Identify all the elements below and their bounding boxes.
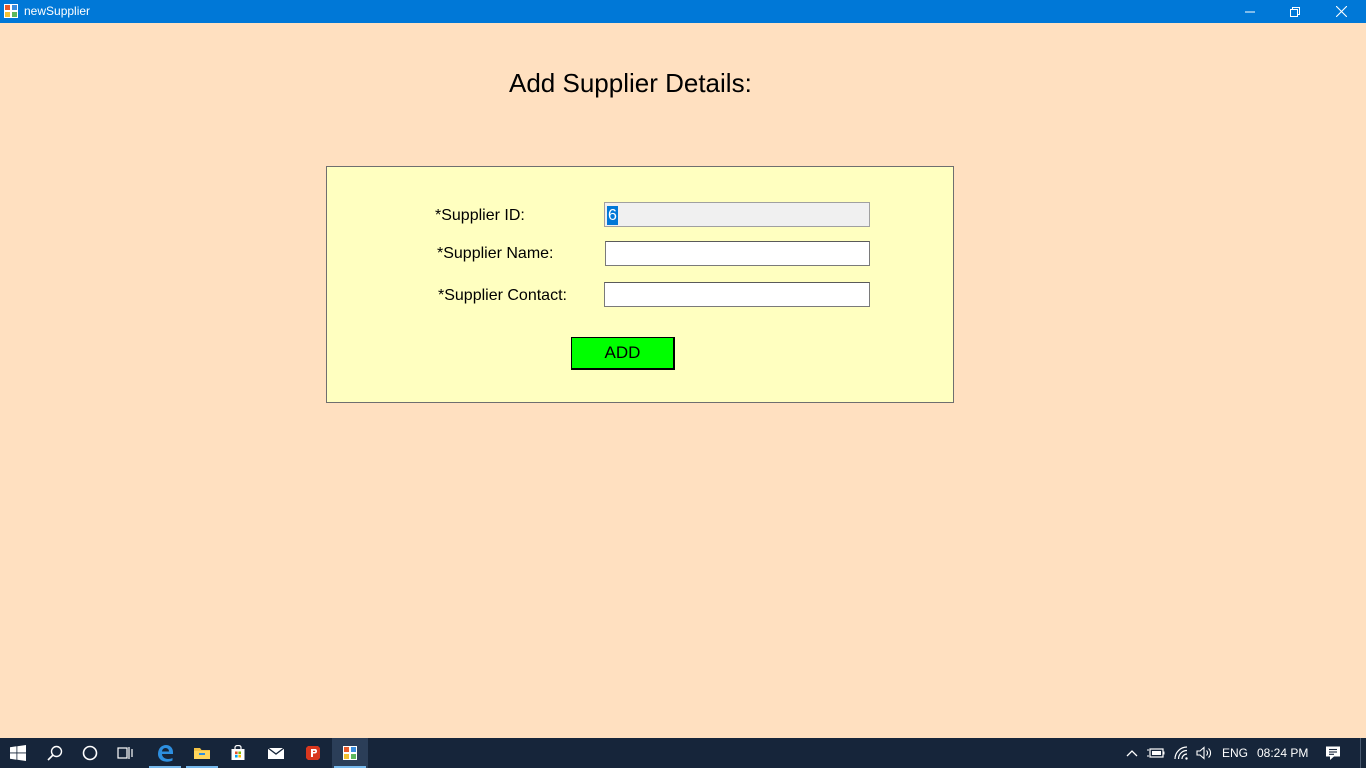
newsupplier-app-icon	[343, 746, 357, 760]
restore-button[interactable]	[1272, 0, 1318, 23]
store-button[interactable]	[220, 738, 256, 768]
supplier-contact-field[interactable]	[604, 282, 870, 307]
file-explorer-icon	[193, 745, 211, 761]
battery-button[interactable]	[1146, 738, 1166, 768]
psiphon-button[interactable]	[295, 738, 331, 768]
restore-icon	[1290, 6, 1300, 17]
show-desktop-divider[interactable]	[1360, 738, 1361, 768]
app-icon	[4, 4, 18, 18]
show-hidden-icons-button[interactable]	[1122, 738, 1142, 768]
edge-button[interactable]	[147, 738, 183, 768]
close-icon	[1335, 6, 1347, 17]
mail-button[interactable]	[258, 738, 294, 768]
input-language[interactable]: ENG	[1222, 745, 1248, 761]
supplier-name-label: *Supplier Name:	[437, 245, 554, 262]
supplier-id-field[interactable]: 6	[604, 202, 870, 227]
window-title: newSupplier	[24, 4, 91, 18]
minimize-icon	[1245, 7, 1255, 17]
file-explorer-button[interactable]	[184, 738, 220, 768]
search-icon	[47, 745, 63, 761]
search-button[interactable]	[37, 738, 73, 768]
task-view-icon	[117, 745, 135, 761]
supplier-id-label: *Supplier ID:	[435, 207, 525, 224]
supplier-contact-label: *Supplier Contact:	[438, 287, 567, 304]
volume-icon	[1196, 746, 1214, 760]
cortana-icon	[82, 745, 98, 761]
page-title: Add Supplier Details:	[509, 68, 752, 98]
taskbar: ENG 08:24 PM	[0, 738, 1366, 768]
start-icon	[10, 745, 26, 761]
edge-icon	[156, 744, 174, 762]
wifi-icon	[1174, 746, 1190, 760]
psiphon-icon	[305, 745, 321, 761]
wifi-button[interactable]	[1171, 738, 1193, 768]
battery-icon	[1147, 747, 1165, 759]
add-button[interactable]: ADD	[571, 337, 675, 370]
action-center-button[interactable]	[1318, 738, 1348, 768]
window-titlebar: newSupplier	[0, 0, 1366, 23]
minimize-button[interactable]	[1227, 0, 1273, 23]
supplier-id-value: 6	[607, 206, 618, 225]
store-icon	[230, 745, 246, 761]
mail-icon	[267, 746, 285, 760]
clock-time[interactable]: 08:24 PM	[1257, 745, 1308, 761]
start-button[interactable]	[0, 738, 36, 768]
close-button[interactable]	[1318, 0, 1364, 23]
supplier-name-field[interactable]	[605, 241, 870, 266]
volume-button[interactable]	[1194, 738, 1216, 768]
action-center-icon	[1325, 745, 1341, 761]
newsupplier-taskbar-button[interactable]	[332, 738, 368, 768]
task-view-button[interactable]	[108, 738, 144, 768]
chevron-up-icon	[1126, 749, 1138, 757]
cortana-button[interactable]	[72, 738, 108, 768]
